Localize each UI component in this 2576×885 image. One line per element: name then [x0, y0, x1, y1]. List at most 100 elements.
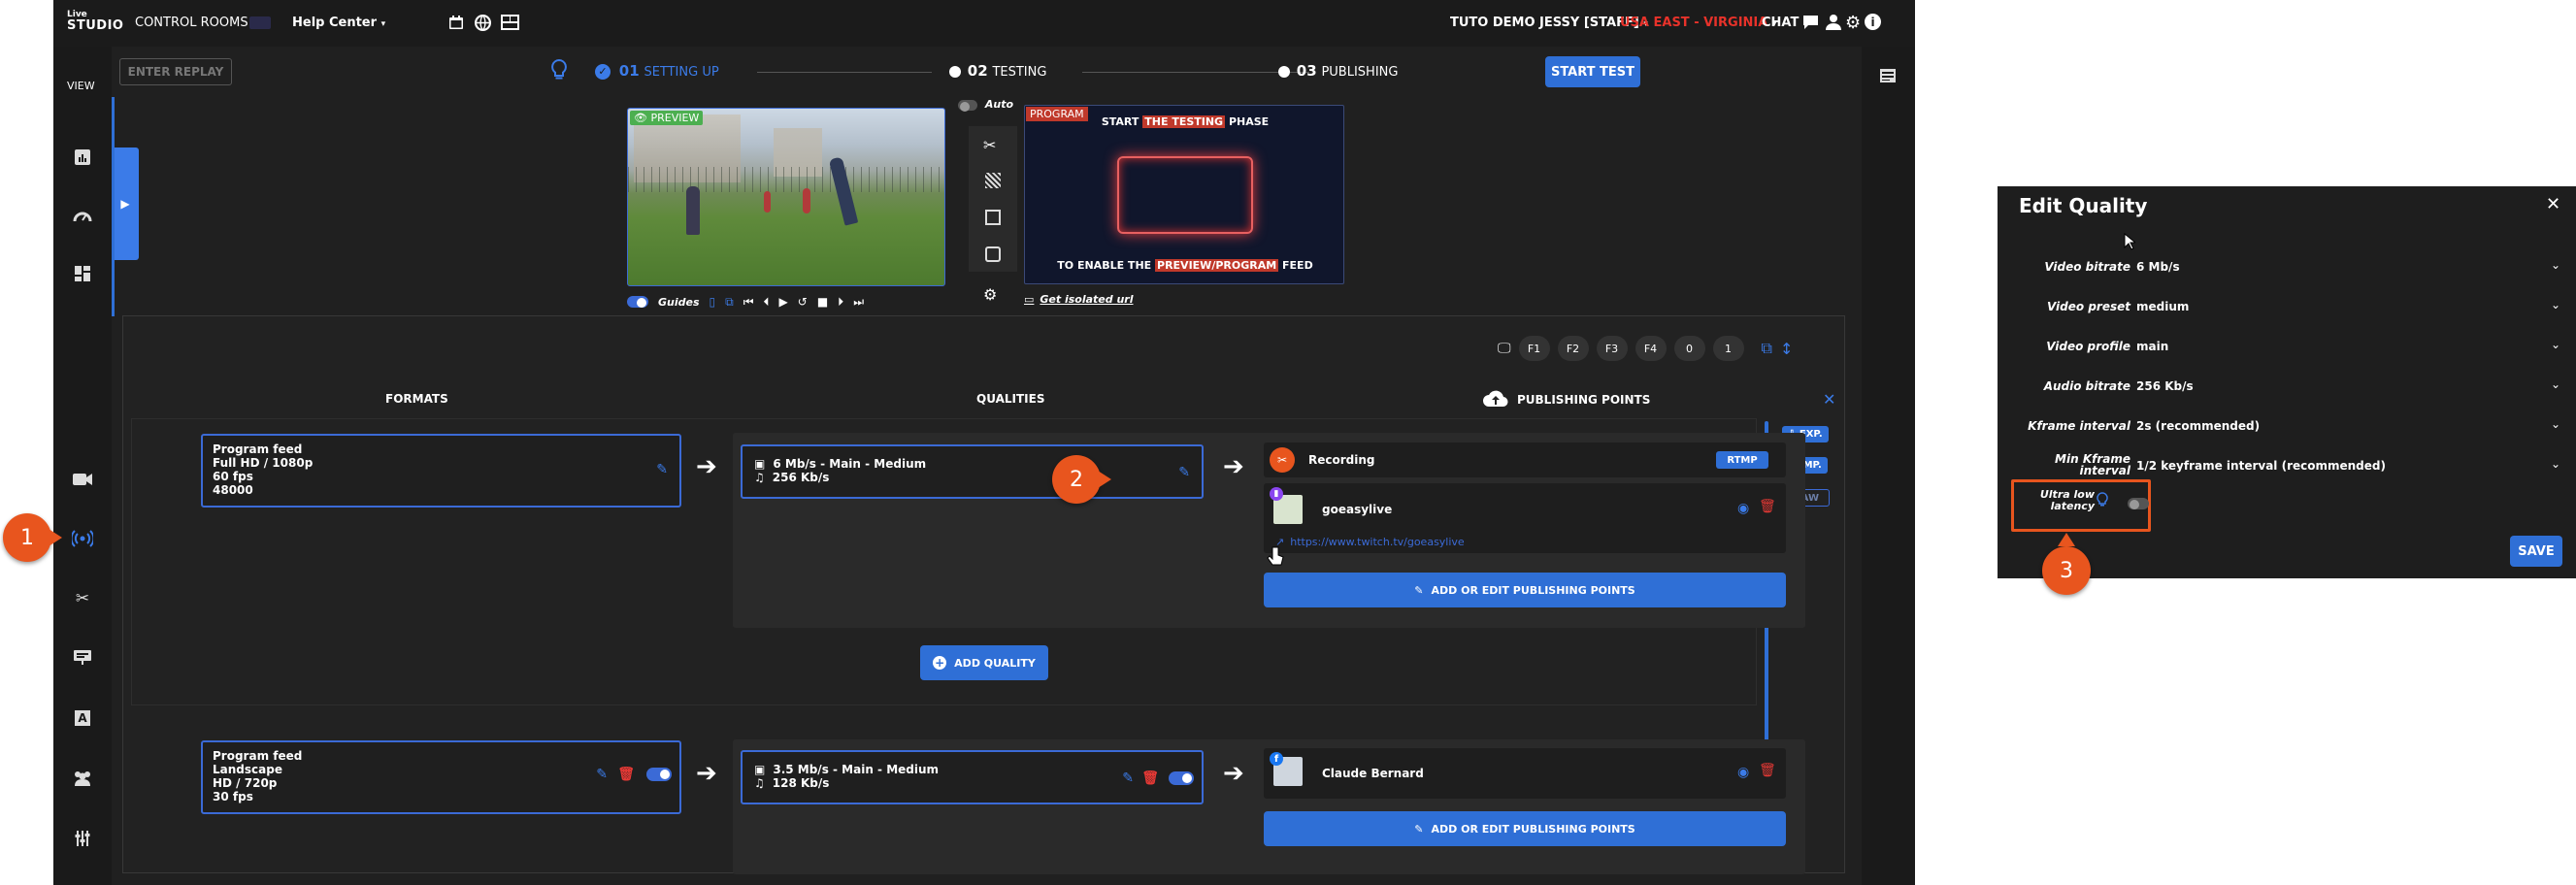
lightbulb-icon[interactable] — [550, 59, 568, 81]
guides-switch[interactable] — [627, 296, 648, 308]
chevron-down-icon[interactable]: ⌄ — [2551, 417, 2560, 431]
step-back-icon[interactable]: ⏴ — [764, 295, 770, 310]
quality-enable-toggle[interactable] — [1169, 771, 1194, 788]
step-forward-icon[interactable]: ⏵ — [838, 295, 843, 310]
presentation-icon[interactable] — [67, 642, 98, 673]
trash-icon[interactable]: 🗑 — [1141, 771, 1159, 785]
chat-label[interactable]: CHAT — [1762, 16, 1799, 30]
kframe-interval-row[interactable]: Kframe interval 2s (recommended) ⌄ — [1998, 408, 2576, 446]
mixer-sliders-icon[interactable] — [67, 823, 98, 854]
publishing-point-recording[interactable]: ✂ Recording RTMP — [1264, 442, 1786, 477]
toggle-switch[interactable] — [646, 768, 672, 781]
feed-key[interactable]: F3 — [1596, 336, 1628, 361]
audio-bitrate-row[interactable]: Audio bitrate 256 Kb/s ⌄ — [1998, 368, 2576, 407]
user-icon[interactable] — [1826, 14, 1841, 30]
users-icon[interactable] — [67, 763, 98, 794]
wipe-icon[interactable] — [985, 246, 1001, 262]
eye-icon[interactable]: ◉ — [1737, 501, 1749, 516]
feed-key[interactable]: 1 — [1712, 336, 1744, 361]
feed-key[interactable]: F2 — [1557, 336, 1589, 361]
pattern-icon[interactable] — [985, 173, 1001, 188]
settings-icon[interactable]: ⚙ — [983, 285, 997, 304]
quality-card-1[interactable]: ▣ 6 Mb/s - Main - Medium ♫ 256 Kb/s ✎ — [741, 444, 1204, 499]
text-overlay-icon[interactable]: A — [67, 703, 98, 734]
scissors-icon[interactable]: ✂ — [67, 583, 98, 614]
user-menu[interactable]: TUTO DEMO JESSY [STAFF] ▾ — [1450, 16, 1648, 30]
video-profile-select[interactable]: main — [2136, 340, 2168, 353]
save-button[interactable]: SAVE — [2510, 536, 2562, 567]
chevron-down-icon[interactable]: ⌄ — [2551, 377, 2560, 391]
enter-replay-button[interactable]: ENTER REPLAY — [119, 58, 232, 85]
feed-key[interactable]: F4 — [1635, 336, 1667, 361]
presentation-icon[interactable]: 🖵 — [1498, 341, 1511, 356]
add-or-edit-publishing-points-button[interactable]: ✎ ADD OR EDIT PUBLISHING POINTS — [1264, 811, 1786, 846]
ultra-low-latency-toggle[interactable] — [2128, 495, 2149, 513]
region-menu[interactable]: USA EAST - VIRGINIA ▾ — [1620, 16, 1776, 30]
pencil-icon[interactable]: ✎ — [656, 463, 668, 476]
camera-icon[interactable] — [67, 464, 98, 495]
audio-bitrate-select[interactable]: 256 Kb/s — [2136, 379, 2194, 393]
replay-icon[interactable]: ↺ — [798, 295, 808, 309]
isolated-url-link[interactable]: ▭ Get isolated url — [1024, 293, 1134, 306]
pencil-icon[interactable]: ✎ — [596, 768, 608, 781]
trash-icon[interactable]: 🗑 — [617, 768, 635, 781]
sort-icon[interactable]: ↕ — [1780, 340, 1793, 358]
feed-key[interactable]: F1 — [1518, 336, 1550, 361]
add-quality-button[interactable]: + ADD QUALITY — [920, 645, 1048, 680]
feed-enable-toggle[interactable] — [646, 768, 672, 784]
video-bitrate-row[interactable]: Video bitrate 6 Mb/s ⌄ — [1998, 248, 2576, 287]
format-card-1[interactable]: Program feed Full HD / 1080p 60 fps 4800… — [201, 434, 681, 508]
video-preset-row[interactable]: Video preset medium ⌄ — [1998, 288, 2576, 327]
auto-switch[interactable] — [958, 99, 977, 112]
min-kframe-interval-select[interactable]: 1/2 keyframe interval (recommended) — [2136, 459, 2386, 473]
trash-icon[interactable]: 🗑 — [1759, 763, 1776, 778]
publishing-point-link[interactable]: ↗ https://www.twitch.tv/goeasylive — [1275, 536, 1465, 548]
skip-end-icon[interactable]: ⏭ — [853, 295, 864, 310]
close-icon[interactable]: ✕ — [2546, 194, 2560, 214]
add-or-edit-publishing-points-button[interactable]: ✎ ADD OR EDIT PUBLISHING POINTS — [1264, 573, 1786, 607]
info-icon[interactable]: i — [1865, 14, 1881, 30]
publishing-point-twitch[interactable]: ▮ goeasylive ◉ 🗑 ↗ https://www.twitch.tv/… — [1264, 483, 1786, 553]
quality-card-2[interactable]: ▣ 3.5 Mb/s - Main - Medium ♫ 128 Kb/s ✎ 🗑 — [741, 750, 1204, 804]
stop-icon[interactable]: ■ — [817, 295, 828, 309]
pencil-icon[interactable]: ✎ — [1122, 771, 1134, 785]
start-test-button[interactable]: START TEST — [1545, 56, 1640, 87]
help-center-menu[interactable]: Help Center ▾ — [292, 16, 385, 30]
layout-grid-icon[interactable] — [500, 14, 519, 31]
play-icon[interactable]: ▶ — [779, 295, 788, 309]
preview-monitor[interactable]: 👁 PREVIEW — [627, 108, 945, 286]
calendar-icon[interactable] — [447, 14, 465, 31]
format-card-2[interactable]: Program feed Landscape HD / 720p 30 fps … — [201, 740, 681, 814]
chevron-down-icon[interactable]: ⌄ — [2551, 258, 2560, 272]
chevron-down-icon[interactable]: ⌄ — [2551, 457, 2560, 471]
close-icon[interactable]: ✕ — [1823, 390, 1835, 409]
stats-icon[interactable] — [67, 142, 98, 173]
globe-icon[interactable] — [474, 14, 491, 31]
cut-icon[interactable]: ✂ — [983, 136, 996, 154]
kframe-interval-select[interactable]: 2s (recommended) — [2136, 419, 2260, 433]
pencil-icon[interactable]: ✎ — [1178, 466, 1190, 479]
skip-start-icon[interactable]: ⏮ — [743, 295, 754, 310]
copy-icon[interactable]: ⧉ — [725, 295, 734, 310]
copy-icon[interactable]: ⧉ — [1762, 339, 1772, 358]
lightbulb-icon[interactable] — [2097, 492, 2108, 511]
dashboard-icon[interactable] — [67, 258, 98, 289]
chevron-down-icon[interactable]: ⌄ — [2551, 298, 2560, 311]
auto-toggle[interactable]: Auto — [958, 98, 1013, 112]
speedometer-icon[interactable] — [67, 200, 98, 231]
split-icon[interactable] — [985, 210, 1001, 225]
chevron-down-icon[interactable]: ⌄ — [2551, 338, 2560, 351]
feed-key[interactable]: 0 — [1673, 336, 1705, 361]
broadcast-icon[interactable] — [67, 523, 98, 554]
trash-icon[interactable]: 🗑 — [1759, 499, 1776, 514]
control-rooms-link[interactable]: CONTROL ROOMS — [135, 16, 248, 30]
list-panel-icon[interactable] — [1880, 68, 1896, 86]
video-profile-row[interactable]: Video profile main ⌄ — [1998, 328, 2576, 367]
gear-icon[interactable]: ⚙ — [1845, 13, 1861, 33]
eye-icon[interactable]: ◉ — [1737, 765, 1749, 780]
video-bitrate-select[interactable]: 6 Mb/s — [2136, 260, 2180, 274]
publishing-point-facebook[interactable]: f Claude Bernard ◉ 🗑 — [1264, 748, 1786, 799]
chat-bubble-icon[interactable] — [1802, 15, 1819, 30]
toggle-switch[interactable] — [2128, 498, 2149, 509]
logo[interactable]: Live STUDIO — [67, 10, 123, 32]
